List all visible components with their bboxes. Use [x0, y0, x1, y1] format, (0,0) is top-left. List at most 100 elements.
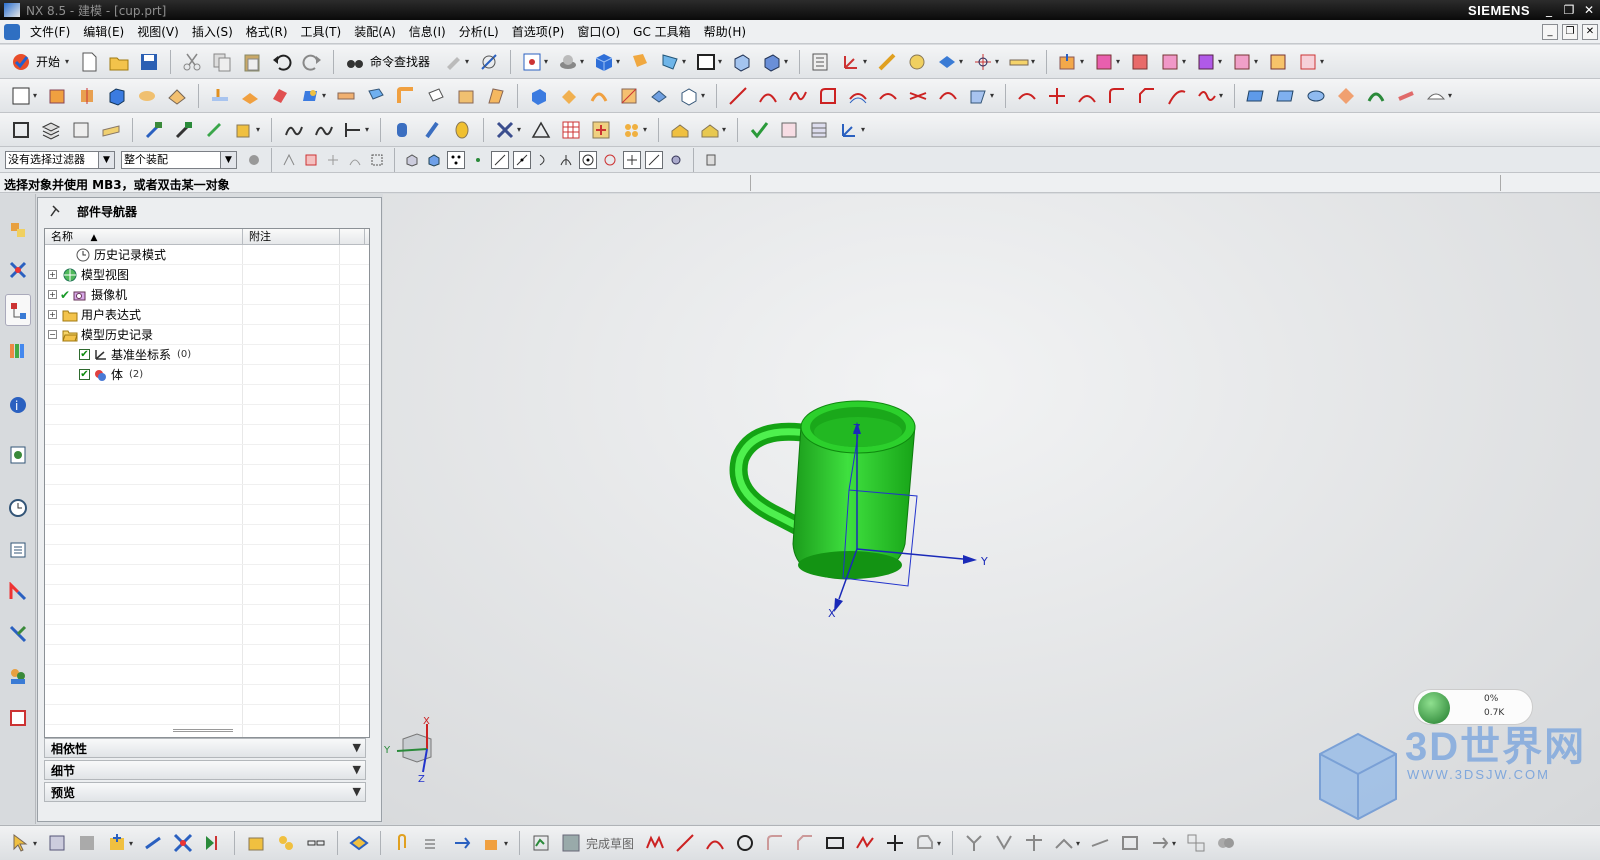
knowledge-fusion-icon[interactable] [699, 119, 721, 141]
wave-link-icon[interactable] [1267, 51, 1289, 73]
clip-section-icon[interactable] [761, 51, 783, 73]
sequence-step-icon[interactable] [202, 832, 224, 854]
close-button[interactable]: ✕ [1580, 2, 1598, 18]
extrude-icon[interactable] [46, 85, 68, 107]
existing-point-icon[interactable] [469, 151, 487, 169]
intersection-curve-icon[interactable] [907, 85, 929, 107]
animate-dimension-icon[interactable] [1149, 832, 1171, 854]
menu-preferences[interactable]: 首选项(P) [508, 23, 574, 40]
extract-curve-icon[interactable] [1016, 85, 1038, 107]
sketch-grid-icon[interactable] [560, 832, 582, 854]
hammer-icon[interactable] [143, 119, 165, 141]
exploded-view-icon[interactable] [1195, 51, 1217, 73]
table-report-icon[interactable] [808, 119, 830, 141]
block-icon[interactable] [106, 85, 128, 107]
tree-node-history-mode[interactable]: 历史记录模式 [45, 245, 369, 265]
feature-select-icon[interactable] [280, 151, 298, 169]
layers-icon[interactable] [40, 119, 62, 141]
touch-mode-icon[interactable] [442, 51, 464, 73]
web-browser-tab[interactable] [5, 439, 31, 471]
snap-grid-icon[interactable] [702, 151, 720, 169]
pad-icon[interactable] [209, 85, 231, 107]
save-icon[interactable] [138, 51, 160, 73]
spline-icon[interactable] [787, 85, 809, 107]
quick-extend-icon[interactable] [993, 832, 1015, 854]
manufacturing-wizard-tab[interactable] [5, 618, 31, 650]
edge-blend-icon[interactable] [395, 85, 417, 107]
tools-icon[interactable] [173, 119, 195, 141]
styled-sweep-icon[interactable] [1395, 85, 1417, 107]
view-selection-icon[interactable] [403, 151, 421, 169]
offset-region-icon[interactable] [269, 85, 291, 107]
expand-toggle[interactable]: + [48, 270, 57, 279]
layer-settings-icon[interactable] [810, 51, 832, 73]
section-dependencies[interactable]: 相依性 ▼ [44, 738, 366, 758]
alternate-solution-icon[interactable] [1215, 832, 1237, 854]
snap-view-icon[interactable] [478, 51, 500, 73]
weld-icon[interactable] [494, 119, 516, 141]
project-curve-icon[interactable] [877, 85, 899, 107]
unite-icon[interactable] [365, 85, 387, 107]
knowledge-icon[interactable] [669, 119, 691, 141]
replace-component-icon[interactable] [142, 832, 164, 854]
intent-icon[interactable] [324, 151, 342, 169]
offset-curve-icon[interactable] [847, 85, 869, 107]
filter-reset-icon[interactable] [245, 151, 263, 169]
wcs-icon[interactable] [840, 51, 862, 73]
app-menu-icon[interactable] [4, 23, 20, 40]
chamfer-sketch-icon[interactable] [794, 832, 816, 854]
history-tab[interactable] [5, 492, 31, 524]
assembly-add-icon[interactable] [1057, 51, 1079, 73]
divide-curve-icon[interactable] [1076, 85, 1098, 107]
polygon-sketch-icon[interactable] [854, 832, 876, 854]
background-icon[interactable] [629, 51, 651, 73]
redo-icon[interactable] [301, 51, 323, 73]
part-icon[interactable] [46, 832, 68, 854]
open-folder-icon[interactable] [108, 51, 130, 73]
n-sided-icon[interactable] [1335, 85, 1357, 107]
visible-check-icon[interactable]: ✔ [60, 288, 70, 302]
component-group-icon[interactable] [275, 832, 297, 854]
roles-tab[interactable] [5, 660, 31, 692]
dimension-icon[interactable] [342, 119, 364, 141]
mdi-close-button[interactable]: ✕ [1582, 24, 1598, 40]
work-layer-icon[interactable] [76, 832, 98, 854]
feature-options-icon[interactable] [233, 119, 255, 141]
binoculars-icon[interactable] [344, 51, 366, 73]
line-icon[interactable] [727, 85, 749, 107]
mid-point-icon[interactable] [513, 150, 531, 169]
point-sketch-icon[interactable] [884, 832, 906, 854]
dimension-sketch-icon[interactable] [1119, 832, 1141, 854]
constraint-navigator-tab[interactable] [5, 254, 31, 286]
mdi-restore-button[interactable]: ❐ [1562, 24, 1578, 40]
arc-sketch-icon[interactable] [704, 832, 726, 854]
offset-sketch-icon[interactable] [914, 832, 936, 854]
revolve-icon[interactable] [76, 85, 98, 107]
assembly-navigator-tab[interactable] [5, 214, 31, 246]
point-on-surface-icon[interactable] [645, 150, 663, 169]
arc-icon[interactable] [757, 85, 779, 107]
menu-window[interactable]: 窗口(O) [573, 23, 629, 40]
text-icon[interactable] [282, 119, 304, 141]
profile-icon[interactable] [817, 85, 839, 107]
draft-icon[interactable] [485, 85, 507, 107]
csys-icon[interactable] [10, 119, 32, 141]
add-feature-icon[interactable] [590, 119, 612, 141]
part-navigator-tab[interactable] [5, 294, 31, 326]
menu-assemblies[interactable]: 装配(A) [350, 23, 405, 40]
move-component-icon[interactable] [1159, 51, 1181, 73]
section-view-icon[interactable] [731, 51, 753, 73]
emboss-icon[interactable] [239, 85, 261, 107]
panel-splitter[interactable] [173, 729, 233, 732]
curve-on-surface-icon[interactable] [967, 85, 989, 107]
quadrant-point-icon[interactable] [601, 151, 619, 169]
datum-plane-icon[interactable] [299, 85, 321, 107]
move-face-icon[interactable] [648, 85, 670, 107]
line-sketch-icon[interactable] [674, 832, 696, 854]
trim-body-icon[interactable] [588, 85, 610, 107]
visibility-checkbox[interactable]: ✔ [79, 369, 90, 380]
finish-sketch-icon[interactable] [530, 832, 552, 854]
system-scenes-tab[interactable] [5, 702, 31, 734]
csys-dynamic-icon[interactable] [838, 119, 860, 141]
menu-insert[interactable]: 插入(S) [188, 23, 242, 40]
